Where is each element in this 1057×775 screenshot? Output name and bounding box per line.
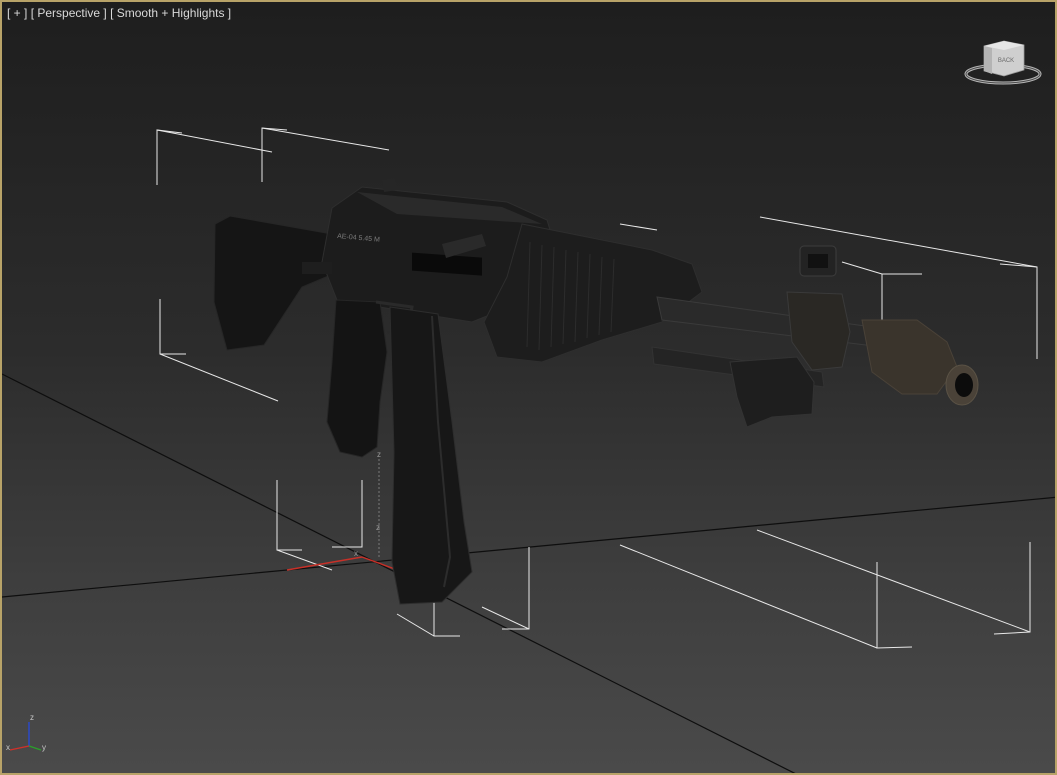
viewcube-icon[interactable]: BACK [962,38,1044,88]
perspective-viewport[interactable]: [ + ] [ Perspective ] [ Smooth + Highlig… [0,0,1057,775]
world-axis-z-label: z [30,713,34,722]
rifle-muzzle [861,319,958,395]
rifle-magazine [389,306,473,605]
world-axis-y-label: y [42,743,46,752]
gizmo-x-label: x [354,549,358,558]
scene-canvas[interactable]: z z x y [2,2,1057,775]
rifle-stock [213,215,339,351]
gizmo-z2-label: z [376,523,380,532]
world-axis-tripod: z x y [6,713,46,752]
viewcube-face-label: BACK [998,58,1014,64]
rifle-model[interactable]: АЕ-04 5.45 М [213,178,979,605]
rifle-grip [326,299,388,458]
world-axis-x-label: x [6,743,10,752]
rifle-handguard [483,223,703,363]
gizmo-z-label: z [377,450,381,459]
